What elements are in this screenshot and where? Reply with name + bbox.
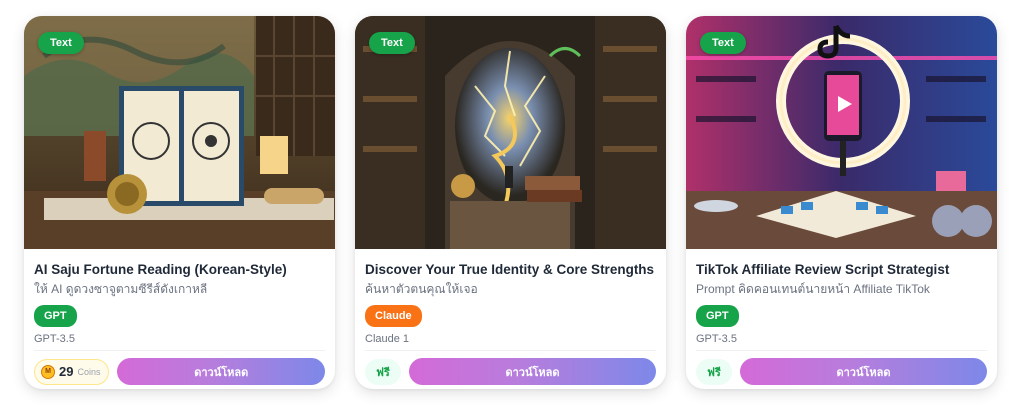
model-name: Claude 1 [365, 333, 410, 345]
prompt-card[interactable]: Text AI Saju Fortune Reading (Korean-Sty… [24, 16, 335, 389]
download-button[interactable]: ดาวน์โหลด [117, 358, 325, 385]
coin-price: M 29 Coins [34, 358, 110, 385]
model-badge: GPT [34, 305, 77, 327]
model-badge: GPT [696, 305, 739, 327]
download-button[interactable]: ดาวน์โหลด [409, 358, 656, 385]
content-type-badge: Text [369, 32, 415, 54]
divider [365, 350, 656, 351]
cracked-head-image[interactable]: Text [355, 16, 666, 249]
fortune-book-image[interactable]: Text [24, 16, 335, 249]
card-title[interactable]: Discover Your True Identity & Core Stren… [365, 261, 656, 279]
card-footer: M 29 Coins ดาวน์โหลด [34, 358, 325, 385]
prompt-card[interactable]: Text TikTok Affiliate Review Script Stra… [686, 16, 997, 389]
divider [34, 350, 325, 351]
divider [696, 350, 987, 351]
download-button[interactable]: ดาวน์โหลด [740, 358, 987, 385]
card-title[interactable]: AI Saju Fortune Reading (Korean-Style) [34, 261, 325, 279]
coin-label: Coins [77, 366, 101, 377]
card-title[interactable]: TikTok Affiliate Review Script Strategis… [696, 261, 987, 279]
coin-icon: M [41, 364, 55, 379]
free-price-badge: ฟรี [696, 358, 732, 385]
model-name: GPT-3.5 [34, 333, 75, 345]
tiktok-studio-image[interactable]: Text [686, 16, 997, 249]
content-type-badge: Text [700, 32, 746, 54]
model-badge: Claude [365, 305, 422, 327]
card-footer: ฟรี ดาวน์โหลด [696, 358, 987, 385]
card-subtitle: Prompt คิดคอนเทนต์นายหน้า Affiliate TikT… [696, 282, 930, 296]
product-grid: Text AI Saju Fortune Reading (Korean-Sty… [24, 16, 997, 389]
free-price-badge: ฟรี [365, 358, 401, 385]
model-name: GPT-3.5 [696, 333, 737, 345]
card-subtitle: ค้นหาตัวตนคุณให้เจอ [365, 282, 478, 296]
content-type-badge: Text [38, 32, 84, 54]
coin-amount: 29 [59, 364, 74, 379]
prompt-card[interactable]: Text Discover Your True Identity & Core … [355, 16, 666, 389]
card-subtitle: ให้ AI ดูดวงซาจูตามซีรีส์ดังเกาหลี [34, 282, 208, 296]
card-footer: ฟรี ดาวน์โหลด [365, 358, 656, 385]
